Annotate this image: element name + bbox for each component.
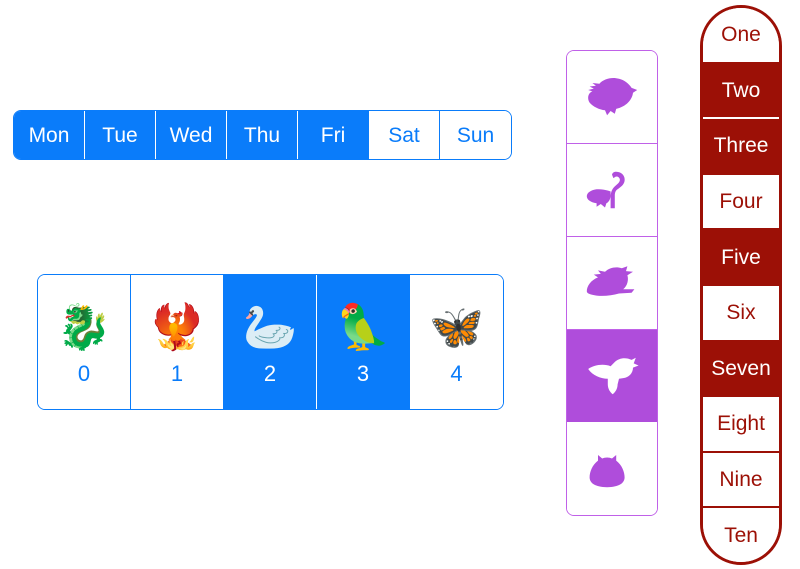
phoenix-emoji: 🐦‍🔥 (149, 303, 205, 352)
number-row-label: Four (719, 190, 763, 214)
weekday-segment-thu[interactable]: Thu (227, 111, 298, 159)
emoji-cell-label: 0 (77, 361, 91, 386)
dove-icon (584, 69, 640, 125)
bird-cell-flying-duck[interactable] (567, 237, 657, 330)
swan-emoji: 🦢 (242, 303, 298, 352)
bird-cell-flamingo[interactable] (567, 144, 657, 237)
number-row-label: One (721, 23, 761, 47)
number-row-ten[interactable]: Ten (703, 508, 779, 562)
weekday-segmented-control[interactable]: Mon Tue Wed Thu Fri Sat Sun (13, 110, 512, 160)
bird-cell-dove[interactable] (567, 51, 657, 144)
weekday-segment-label: Tue (102, 123, 138, 147)
flying-duck-icon (584, 255, 640, 311)
number-row-label: Six (726, 301, 756, 325)
emoji-cell-label: 3 (356, 361, 370, 386)
weekday-segment-label: Sat (388, 123, 420, 147)
weekday-segment-sat[interactable]: Sat (369, 111, 440, 159)
weekday-segment-label: Thu (243, 123, 281, 147)
number-row-label: Three (713, 134, 769, 158)
parrot-emoji: 🦜 (335, 303, 391, 352)
number-row-four[interactable]: Four (703, 174, 779, 231)
bird-cell-owl[interactable] (567, 423, 657, 515)
owl-icon (584, 441, 640, 497)
number-row-six[interactable]: Six (703, 285, 779, 342)
weekday-segment-wed[interactable]: Wed (156, 111, 227, 159)
number-row-label: Five (721, 245, 761, 269)
weekday-segment-label: Fri (320, 123, 346, 147)
number-row-three[interactable]: Three (703, 119, 779, 175)
number-row-label: Eight (717, 412, 765, 436)
weekday-segment-fri[interactable]: Fri (298, 111, 369, 159)
number-row-two[interactable]: Two (703, 63, 779, 120)
weekday-segment-label: Mon (28, 123, 70, 147)
emoji-index-row[interactable]: 🐉 0 🐦‍🔥 1 🦢 2 🦜 3 🦋 4 (37, 274, 504, 410)
weekday-segment-label: Wed (169, 123, 213, 147)
number-row-nine[interactable]: Nine (703, 452, 779, 509)
number-row-label: Nine (719, 468, 763, 492)
number-row-five[interactable]: Five (703, 230, 779, 286)
weekday-segment-label: Sun (456, 123, 495, 147)
weekday-segment-tue[interactable]: Tue (85, 111, 156, 159)
bird-cell-hummingbird[interactable] (567, 330, 657, 423)
emoji-cell-2[interactable]: 🦢 2 (224, 275, 317, 409)
emoji-cell-4[interactable]: 🦋 4 (410, 275, 503, 409)
dragon-emoji: 🐉 (56, 303, 112, 352)
number-row-one[interactable]: One (703, 8, 779, 64)
emoji-cell-1[interactable]: 🐦‍🔥 1 (131, 275, 224, 409)
emoji-cell-label: 2 (263, 361, 277, 386)
weekday-segment-sun[interactable]: Sun (440, 111, 511, 159)
emoji-cell-label: 4 (450, 361, 463, 386)
emoji-cell-label: 1 (170, 361, 184, 386)
emoji-cell-0[interactable]: 🐉 0 (38, 275, 131, 409)
flamingo-icon (584, 162, 640, 218)
butterfly-emoji: 🦋 (429, 303, 484, 352)
number-row-seven[interactable]: Seven (703, 341, 779, 398)
number-row-label: Ten (724, 523, 758, 547)
bird-silhouette-column[interactable] (566, 50, 658, 516)
number-row-label: Two (721, 78, 761, 102)
hummingbird-icon (584, 348, 640, 404)
number-row-label: Seven (711, 356, 771, 380)
number-pill-list[interactable]: One Two Three Four Five Six Seven Eight Nine Ten (700, 5, 782, 565)
emoji-cell-3[interactable]: 🦜 3 (317, 275, 410, 409)
weekday-segment-mon[interactable]: Mon (14, 111, 85, 159)
number-row-eight[interactable]: Eight (703, 397, 779, 453)
